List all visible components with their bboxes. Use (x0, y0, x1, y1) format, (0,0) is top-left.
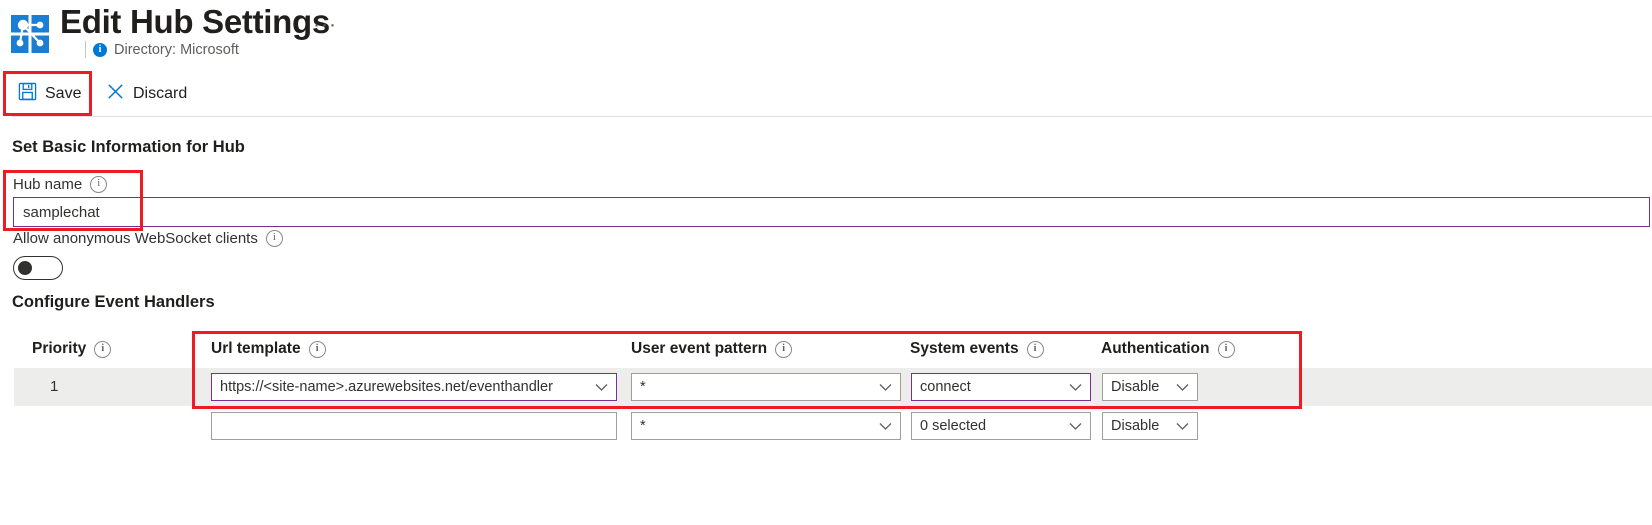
allow-anonymous-label-text: Allow anonymous WebSocket clients (13, 230, 258, 247)
allow-anonymous-label: Allow anonymous WebSocket clients i (13, 230, 283, 247)
save-button-label: Save (45, 85, 81, 103)
info-icon[interactable]: i (775, 341, 792, 358)
authentication-dropdown-row-1[interactable]: Disable (1102, 373, 1198, 401)
system-events-value-row-1: connect (920, 379, 1063, 395)
command-bar: Save Discard (0, 76, 1652, 115)
directory-subtitle: i Directory: Microsoft (85, 41, 239, 58)
directory-label: Directory: Microsoft (114, 42, 239, 58)
discard-button-label: Discard (133, 85, 187, 103)
column-header-authentication-label: Authentication (1101, 340, 1210, 358)
column-header-url-template-label: Url template (211, 340, 301, 358)
user-event-pattern-value-row-2: * (640, 418, 873, 434)
more-options-icon[interactable]: ··· (313, 13, 337, 37)
allow-anonymous-toggle[interactable] (13, 256, 63, 280)
info-icon[interactable]: i (1218, 341, 1235, 358)
column-header-system-events-label: System events (910, 340, 1019, 358)
info-icon[interactable]: i (309, 341, 326, 358)
info-icon[interactable]: i (90, 176, 107, 193)
hub-name-label: Hub name i (13, 176, 107, 193)
url-template-input-row-1[interactable]: https://<site-name>.azurewebsites.net/ev… (211, 373, 617, 401)
system-events-dropdown-row-2[interactable]: 0 selected (911, 412, 1091, 440)
event-handlers-section-title: Configure Event Handlers (12, 293, 215, 312)
user-event-pattern-value-row-1: * (640, 379, 873, 395)
info-icon[interactable]: i (94, 341, 111, 358)
save-disk-icon (18, 82, 37, 106)
authentication-value-row-1: Disable (1111, 379, 1170, 395)
system-events-dropdown-row-1[interactable]: connect (911, 373, 1091, 401)
column-header-user-event-pattern: User event pattern i (631, 340, 792, 358)
authentication-value-row-2: Disable (1111, 418, 1170, 434)
command-bar-divider (12, 116, 1652, 117)
chevron-down-icon[interactable] (879, 381, 892, 394)
column-header-priority: Priority i (32, 340, 111, 358)
row-priority-value: 1 (50, 378, 58, 395)
column-header-priority-label: Priority (32, 340, 86, 358)
chevron-down-icon[interactable] (1176, 381, 1189, 394)
info-icon[interactable]: i (93, 43, 107, 57)
info-icon[interactable]: i (1027, 341, 1044, 358)
url-template-value-row-1: https://<site-name>.azurewebsites.net/ev… (220, 379, 589, 395)
page-header: Edit Hub Settings ··· i Directory: Micro… (0, 0, 1652, 68)
chevron-down-icon[interactable] (595, 381, 608, 394)
chevron-down-icon[interactable] (1069, 420, 1082, 433)
url-template-input-row-2[interactable] (211, 412, 617, 440)
column-header-authentication: Authentication i (1101, 340, 1235, 358)
info-icon[interactable]: i (266, 230, 283, 247)
column-header-url-template: Url template i (211, 340, 326, 358)
subtitle-divider (85, 41, 86, 58)
authentication-dropdown-row-2[interactable]: Disable (1102, 412, 1198, 440)
page-title: Edit Hub Settings (60, 3, 330, 41)
azure-web-pubsub-icon (9, 13, 51, 55)
chevron-down-icon[interactable] (879, 420, 892, 433)
chevron-down-icon[interactable] (1069, 381, 1082, 394)
column-header-user-event-pattern-label: User event pattern (631, 340, 767, 358)
column-header-system-events: System events i (910, 340, 1044, 358)
basic-info-section-title: Set Basic Information for Hub (12, 138, 245, 157)
system-events-value-row-2: 0 selected (920, 418, 1063, 434)
hub-name-input[interactable] (13, 197, 1650, 227)
discard-button[interactable]: Discard (100, 76, 193, 112)
save-button[interactable]: Save (12, 76, 87, 112)
chevron-down-icon[interactable] (1176, 420, 1189, 433)
user-event-pattern-input-row-2[interactable]: * (631, 412, 901, 440)
toggle-knob (18, 261, 32, 275)
hub-name-label-text: Hub name (13, 176, 82, 193)
user-event-pattern-input-row-1[interactable]: * (631, 373, 901, 401)
close-x-icon (106, 82, 125, 106)
